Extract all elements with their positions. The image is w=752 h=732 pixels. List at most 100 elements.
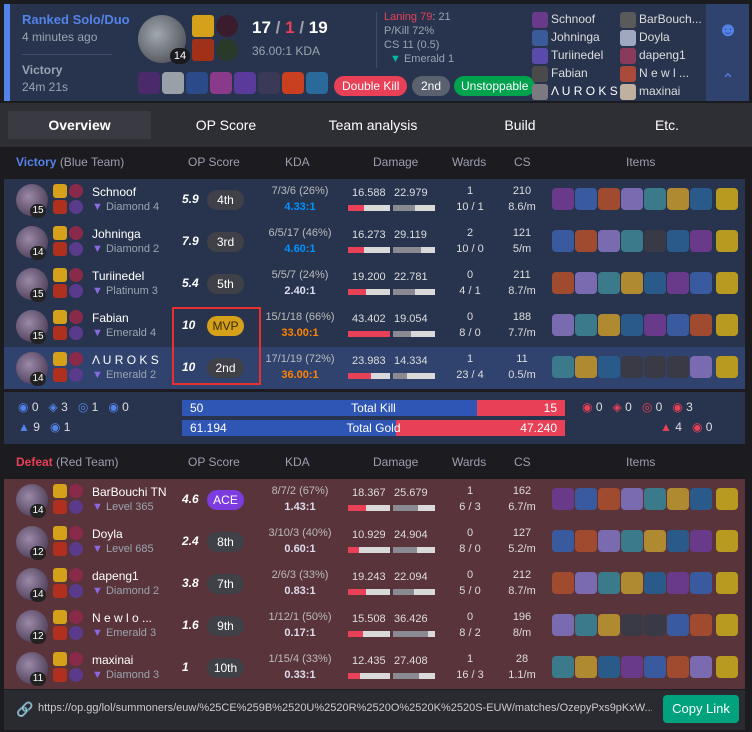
damage-dealt-bar: [348, 373, 390, 379]
trinket-icon: [716, 614, 738, 636]
col-wards: Wards: [452, 155, 487, 169]
kda-ratio: 0.17:1: [284, 627, 316, 639]
summoner-spell-icon: [53, 352, 67, 366]
col-op-score: OP Score: [188, 455, 240, 469]
op-score: 7.9: [182, 234, 199, 248]
tab-bar: Overview OP Score Team analysis Build Et…: [0, 103, 752, 147]
item-icon: [667, 488, 689, 510]
summoner-name[interactable]: Λ U R O K S: [92, 353, 159, 367]
trinket-icon: [716, 188, 738, 210]
summoner-spell-icon: [53, 626, 67, 640]
damage-dealt-bar: [348, 589, 390, 595]
share-bar: 🔗 https://op.gg/lol/summoners/euw/%25CE%…: [4, 690, 745, 730]
damage-dealt-bar: [348, 205, 390, 211]
wards-detail: 4 / 1: [459, 285, 481, 297]
champion-level: 15: [30, 204, 46, 218]
participant-link[interactable]: Johninga: [532, 28, 618, 46]
op-place-badge: 10th: [207, 658, 244, 678]
baron-icon: ◉: [18, 400, 29, 414]
tab-overview[interactable]: Overview: [8, 111, 151, 139]
item-icon: [667, 614, 689, 636]
tab-build[interactable]: Build: [456, 111, 584, 139]
participant-link[interactable]: N e w l ...: [620, 64, 704, 82]
match-url[interactable]: https://op.gg/lol/summoners/euw/%25CE%25…: [38, 702, 652, 714]
wards-detail: 5 / 0: [459, 585, 481, 597]
match-header: Ranked Solo/Duo 4 minutes ago Victory 24…: [4, 4, 749, 101]
empty-item-slot: [644, 614, 666, 636]
item-icon: [644, 272, 666, 294]
participant-link[interactable]: Doyla: [620, 28, 704, 46]
game-duration: 24m 21s: [22, 80, 69, 94]
damage-taken: 22.979: [394, 187, 428, 199]
summoner-name[interactable]: Fabian: [92, 311, 129, 325]
kda-ratio: 4.33:1: [284, 201, 316, 213]
copy-link-button[interactable]: Copy Link: [663, 695, 739, 723]
damage-taken: 22.094: [394, 571, 428, 583]
team-title: Victory (Blue Team): [16, 155, 125, 169]
summoner-name[interactable]: maxinai: [92, 653, 133, 667]
damage-dealt: 10.929: [352, 529, 386, 541]
summoner-name[interactable]: Turiinedel: [92, 269, 144, 283]
summoner-name[interactable]: BarBouchi TN: [92, 485, 166, 499]
participant-link[interactable]: BarBouch...: [620, 10, 704, 28]
team-title: Defeat (Red Team): [16, 455, 119, 469]
cs-total: 127: [512, 527, 532, 539]
summoner-name[interactable]: Doyla: [92, 527, 123, 541]
damage-dealt: 23.983: [352, 355, 386, 367]
summoner-spell-icon: [53, 500, 67, 514]
summoner-rank: ▼ Platinum 3: [92, 285, 158, 297]
cs-stat: CS 11 (0.5): [384, 39, 440, 51]
wards-placed: 0: [466, 611, 474, 623]
summoner-name[interactable]: Johninga: [92, 227, 141, 241]
summoner-name[interactable]: Schnoof: [92, 185, 136, 199]
tab-etc[interactable]: Etc.: [600, 111, 734, 139]
inhibitor-icon: ◉: [49, 420, 61, 434]
total-kill-bar: 50 Total Kill 15: [182, 400, 565, 416]
damage-dealt: 19.243: [352, 571, 386, 583]
summoner-spell-icon: [53, 184, 67, 198]
blue-objectives-2: ▲ 9 ◉ 1: [18, 420, 71, 434]
participant-link[interactable]: Schnoof: [532, 10, 618, 28]
damage-taken-bar: [393, 247, 435, 253]
damage-taken: 14.334: [394, 355, 428, 367]
item-icon: [621, 530, 643, 552]
cs-total: 188: [512, 311, 532, 323]
summoner-name[interactable]: dapeng1: [92, 569, 139, 583]
champion-level: 15: [30, 288, 46, 302]
collapse-chevron-icon[interactable]: ⌃: [716, 70, 740, 90]
blue-team-header: Victory (Blue Team) OP Score KDA Damage …: [4, 146, 745, 178]
rune-icon: [69, 500, 83, 514]
kda: 1/12/1 (50%): [268, 611, 332, 623]
item-icon: [621, 572, 643, 594]
tab-team-analysis[interactable]: Team analysis: [300, 111, 446, 139]
op-score: 1.6: [182, 618, 199, 632]
grub-icon: ◉: [672, 400, 683, 414]
ai-assist-icon[interactable]: ☻: [716, 18, 740, 42]
damage-dealt: 19.200: [352, 271, 386, 283]
kda: 17/1/19 (72%): [265, 353, 335, 365]
damage-dealt-bar: [348, 247, 390, 253]
op-score: 4.6: [182, 492, 199, 506]
item-icon: [621, 188, 643, 210]
op-place-badge: 8th: [207, 532, 244, 552]
participant-link[interactable]: Fabian: [532, 64, 618, 82]
summoner-spell-icon: [53, 652, 67, 666]
col-items: Items: [626, 455, 656, 469]
trinket-icon: [716, 230, 738, 252]
damage-dealt-bar: [348, 547, 390, 553]
kda-ratio: 1.43:1: [284, 501, 316, 513]
item-icon: [667, 314, 689, 336]
participant-link[interactable]: Turiinedel: [532, 46, 618, 64]
kda: 3/10/3 (40%): [268, 527, 332, 539]
damage-taken-bar: [393, 205, 435, 211]
participant-link[interactable]: Λ U R O K S: [532, 82, 618, 100]
participant-link[interactable]: dapeng1: [620, 46, 704, 64]
summoner-name[interactable]: N e w l o ...: [92, 611, 152, 625]
item-icon: [552, 188, 574, 210]
team-summary: ◉ 0 ◈ 3 ◎ 1 ◉ 0 ▲ 9 ◉ 1 50 Total Kill 15…: [4, 392, 745, 444]
wards-placed: 0: [466, 569, 474, 581]
item-icon: [552, 488, 574, 510]
damage-dealt: 43.402: [352, 313, 386, 325]
participant-link[interactable]: maxinai: [620, 82, 704, 100]
tab-op-score[interactable]: OP Score: [160, 111, 292, 139]
